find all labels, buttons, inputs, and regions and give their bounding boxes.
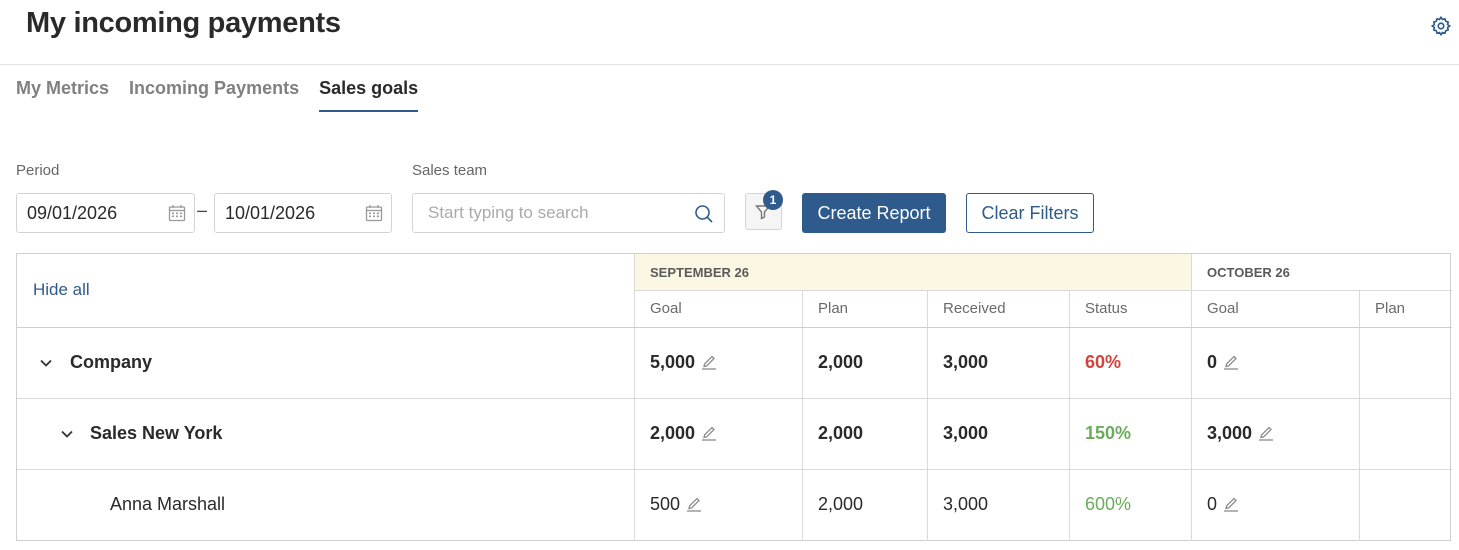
sep-plan-value: 2,000 (818, 494, 864, 514)
pencil-icon[interactable] (701, 354, 717, 370)
sales-goals-table: Hide all SEPTEMBER 26 OCTOBER 26 Goal Pl… (16, 253, 1452, 541)
row-name: Sales New York (90, 423, 223, 443)
row-name: Company (70, 352, 153, 372)
col-header-received: Received (943, 300, 1006, 317)
oct-goal-cell: 0 (1207, 352, 1239, 373)
sep-plan-value: 2,000 (818, 423, 864, 443)
row-name: Anna Marshall (110, 494, 226, 514)
sep-received-value: 3,000 (943, 494, 989, 514)
filter-count-badge: 1 (763, 190, 783, 210)
month-header-october: OCTOBER 26 (1207, 265, 1290, 280)
sep-goal-cell: 500 (650, 494, 702, 515)
pencil-icon[interactable] (1223, 354, 1239, 370)
search-input[interactable] (428, 203, 688, 223)
oct-goal-value: 0 (1207, 352, 1218, 372)
oct-goal-cell: 3,000 (1207, 423, 1274, 444)
date-to-value: 10/01/2026 (225, 203, 316, 223)
gear-icon[interactable] (1430, 15, 1452, 37)
period-label: Period (16, 162, 60, 179)
clear-filters-button[interactable]: Clear Filters (966, 193, 1094, 233)
tab-sales-goals[interactable]: Sales goals (319, 76, 419, 112)
divider (634, 290, 1452, 291)
sep-status-value: 60% (1085, 352, 1122, 372)
oct-goal-value: 3,000 (1207, 423, 1253, 443)
chevron-down-icon[interactable] (60, 427, 74, 441)
col-header-status: Status (1085, 300, 1128, 317)
tab-my-metrics[interactable]: My Metrics (16, 76, 109, 112)
create-report-button[interactable]: Create Report (802, 193, 946, 233)
oct-goal-cell: 0 (1207, 494, 1239, 515)
page-header: My incoming payments (0, 0, 1459, 65)
sales-team-search (412, 193, 725, 233)
chevron-down-icon[interactable] (39, 356, 53, 370)
sep-goal-value: 2,000 (650, 423, 696, 443)
tab-incoming-payments[interactable]: Incoming Payments (129, 76, 299, 112)
sep-received-value: 3,000 (943, 352, 989, 372)
pencil-icon[interactable] (686, 496, 702, 512)
sep-status-value: 600% (1085, 494, 1132, 514)
sep-received-value: 3,000 (943, 423, 989, 443)
page-title: My incoming payments (26, 7, 341, 39)
oct-goal-value: 0 (1207, 494, 1218, 514)
calendar-icon[interactable] (168, 204, 186, 222)
filter-button[interactable]: 1 (745, 190, 783, 230)
sep-goal-cell: 2,000 (650, 423, 717, 444)
divider (17, 398, 1452, 399)
date-separator: – (197, 200, 208, 220)
sep-goal-cell: 5,000 (650, 352, 717, 373)
month-header-september: SEPTEMBER 26 (650, 265, 749, 280)
tab-bar: My Metrics Incoming Payments Sales goals (16, 76, 419, 112)
date-from-value: 09/01/2026 (27, 203, 118, 223)
sales-team-label: Sales team (412, 162, 488, 179)
date-to-field[interactable]: 10/01/2026 (214, 193, 392, 233)
pencil-icon[interactable] (1223, 496, 1239, 512)
sep-goal-value: 5,000 (650, 352, 696, 372)
pencil-icon[interactable] (1258, 425, 1274, 441)
sep-goal-value: 500 (650, 494, 681, 514)
col-header-plan: Plan (818, 300, 849, 317)
col-header-goal: Goal (1207, 300, 1239, 317)
col-header-goal: Goal (650, 300, 682, 317)
hide-all-link[interactable]: Hide all (33, 280, 90, 300)
date-from-field[interactable]: 09/01/2026 (16, 193, 195, 233)
sep-status-value: 150% (1085, 423, 1132, 443)
sep-plan-value: 2,000 (818, 352, 864, 372)
col-header-plan: Plan (1375, 300, 1406, 317)
pencil-icon[interactable] (701, 425, 717, 441)
divider (17, 327, 1452, 328)
calendar-icon[interactable] (365, 204, 383, 222)
divider (17, 469, 1452, 470)
search-icon[interactable] (694, 204, 714, 224)
